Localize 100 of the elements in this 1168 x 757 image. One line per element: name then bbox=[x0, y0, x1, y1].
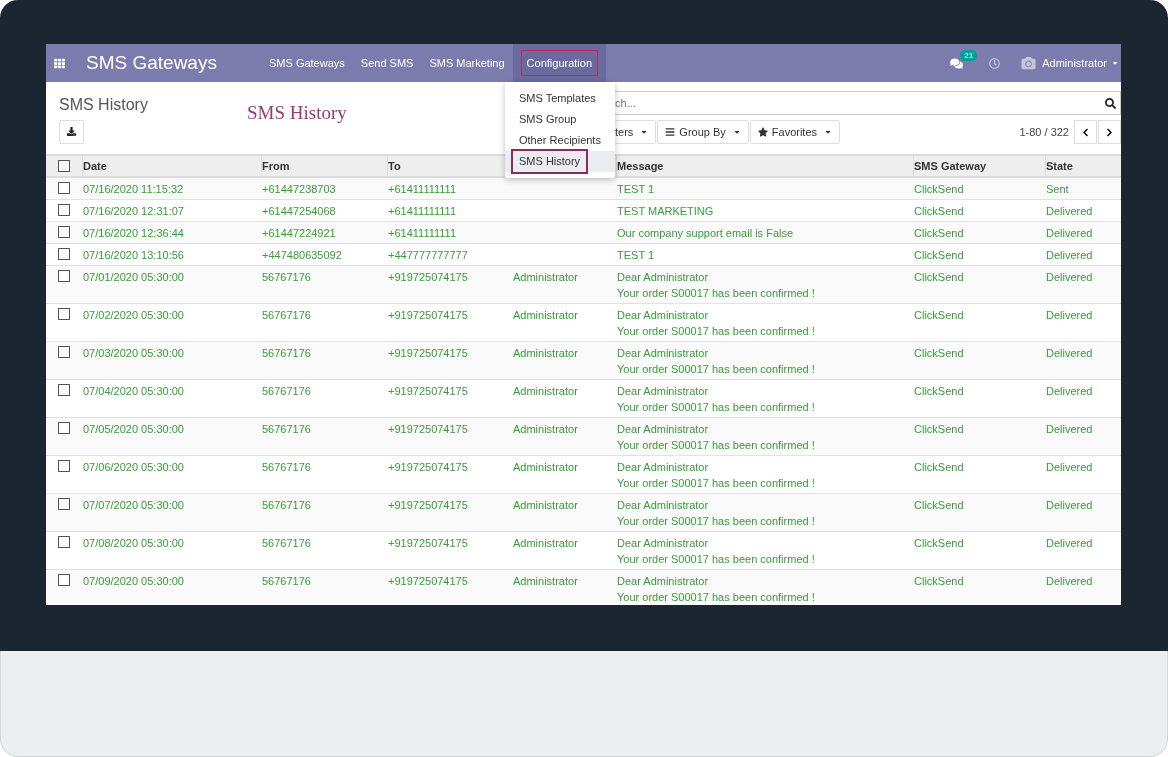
search-icon[interactable] bbox=[1105, 97, 1116, 109]
column-header[interactable]: From bbox=[262, 157, 290, 175]
table-cell: +61411111111 bbox=[388, 227, 456, 239]
table-cell: 56767176 bbox=[262, 385, 311, 397]
table-cell: Delivered bbox=[1046, 271, 1093, 283]
message-line: TEST 1 bbox=[617, 182, 656, 197]
table-row[interactable]: 07/05/2020 05:30:00 56767176 +919725074175 Administrator Dear Administrator Your order S00017 has been confirmed ! ClickSend Delivered bbox=[46, 418, 1121, 456]
user-menu[interactable]: Administrator bbox=[1042, 54, 1121, 72]
table-cell: 56767176 bbox=[262, 309, 311, 321]
table-cell: Sent bbox=[1046, 183, 1069, 195]
table-cell: Delivered bbox=[1046, 227, 1093, 239]
row-checkbox[interactable] bbox=[58, 226, 70, 238]
table-cell: +61447224921 bbox=[262, 227, 336, 239]
search-field[interactable]: ch... bbox=[615, 91, 1121, 115]
table-row[interactable]: 07/07/2020 05:30:00 56767176 +919725074175 Administrator Dear Administrator Your order S00017 has been confirmed ! ClickSend Delivered bbox=[46, 494, 1121, 532]
row-checkbox[interactable] bbox=[58, 498, 70, 510]
row-checkbox[interactable] bbox=[58, 270, 70, 282]
message-line: Dear Administrator bbox=[617, 422, 710, 437]
favorites-button[interactable]: Favorites bbox=[749, 120, 841, 144]
table-cell: 07/04/2020 05:30:00 bbox=[83, 385, 184, 397]
caret-icon bbox=[824, 128, 833, 136]
table-cell: Delivered bbox=[1046, 537, 1093, 549]
row-checkbox[interactable] bbox=[58, 308, 70, 320]
message-line: Your order S00017 has been confirmed ! bbox=[617, 400, 816, 415]
table-cell: Administrator bbox=[513, 461, 578, 473]
dropdown-item[interactable]: SMS Group bbox=[519, 111, 577, 128]
row-checkbox[interactable] bbox=[58, 204, 70, 216]
message-line: Your order S00017 has been confirmed ! bbox=[617, 362, 816, 377]
table-row[interactable]: 07/01/2020 05:30:00 56767176 +919725074175 Administrator Dear Administrator Your order S00017 has been confirmed ! ClickSend Delivered bbox=[46, 266, 1121, 304]
table-row[interactable]: 07/16/2020 11:15:32 +61447238703 +61411111111 TEST 1 ClickSend Sent bbox=[46, 178, 1121, 200]
dropdown-item[interactable]: SMS History bbox=[511, 149, 589, 174]
table-cell: 07/16/2020 12:36:44 bbox=[83, 227, 184, 239]
table-cell: Administrator bbox=[513, 423, 578, 435]
menu-tab[interactable]: SMS Marketing bbox=[421, 44, 513, 82]
table-cell: Delivered bbox=[1046, 385, 1093, 397]
table-cell: +919725074175 bbox=[388, 423, 468, 435]
row-checkbox[interactable] bbox=[58, 182, 70, 194]
table-cell: Administrator bbox=[513, 385, 578, 397]
notification-badge: 21 bbox=[960, 49, 978, 61]
table-cell: ClickSend bbox=[914, 537, 964, 549]
column-header[interactable]: Date bbox=[83, 157, 107, 175]
row-checkbox[interactable] bbox=[58, 160, 70, 172]
row-checkbox[interactable] bbox=[58, 248, 70, 260]
table-cell: +61447238703 bbox=[262, 183, 336, 195]
message-line: Your order S00017 has been confirmed ! bbox=[617, 552, 816, 567]
download-button[interactable] bbox=[59, 119, 84, 144]
dropdown-item[interactable]: SMS Templates bbox=[519, 90, 596, 107]
star-icon bbox=[757, 127, 768, 137]
table-cell: Administrator bbox=[513, 309, 578, 321]
messages-icon[interactable] bbox=[950, 56, 964, 70]
table-cell: 07/16/2020 13:10:56 bbox=[83, 249, 184, 261]
table-cell: Delivered bbox=[1046, 499, 1093, 511]
table-cell: Administrator bbox=[513, 537, 578, 549]
table-cell: 07/16/2020 12:31:07 bbox=[83, 205, 184, 217]
table-row[interactable]: 07/09/2020 05:30:00 56767176 +919725074175 Administrator Dear Administrator Your order S00017 has been confirmed ! ClickSend Delivered bbox=[46, 570, 1121, 605]
menu-tab[interactable]: Configuration bbox=[512, 44, 607, 82]
column-header[interactable]: SMS Gateway bbox=[914, 157, 987, 175]
table-cell: ClickSend bbox=[914, 461, 964, 473]
message-line: Dear Administrator bbox=[617, 460, 710, 475]
column-header[interactable]: Message bbox=[617, 157, 664, 175]
row-checkbox[interactable] bbox=[58, 460, 70, 472]
table-cell: Delivered bbox=[1046, 575, 1093, 587]
caret-icon bbox=[1111, 59, 1119, 67]
message-line: Our company support email is False bbox=[617, 226, 795, 241]
group-by-button[interactable]: Group By bbox=[657, 120, 749, 144]
app-title: SMS Gateways bbox=[86, 50, 218, 75]
table-cell: 56767176 bbox=[262, 461, 311, 473]
previous-page-button[interactable] bbox=[1074, 120, 1097, 144]
message-line: Dear Administrator bbox=[617, 536, 710, 551]
row-checkbox[interactable] bbox=[58, 536, 70, 548]
table-cell: Administrator bbox=[513, 347, 578, 359]
row-checkbox[interactable] bbox=[58, 422, 70, 434]
next-page-button[interactable] bbox=[1098, 120, 1121, 144]
menu-tab[interactable]: SMS Gateways bbox=[261, 44, 353, 82]
table-cell: 07/16/2020 11:15:32 bbox=[83, 183, 184, 195]
message-line: Dear Administrator bbox=[617, 346, 710, 361]
search-input[interactable]: ch... bbox=[615, 94, 1105, 112]
table-cell: 07/07/2020 05:30:00 bbox=[83, 499, 184, 511]
column-header[interactable]: To bbox=[388, 157, 401, 175]
table-cell: 56767176 bbox=[262, 575, 311, 587]
table-cell: +919725074175 bbox=[388, 537, 468, 549]
apps-menu-icon[interactable] bbox=[54, 57, 65, 69]
table-row[interactable]: 07/16/2020 12:36:44 +61447224921 +61411111111 Our company support email is False ClickSend Delivered bbox=[46, 222, 1121, 244]
table-cell: +919725074175 bbox=[388, 575, 468, 587]
table-cell: 07/01/2020 05:30:00 bbox=[83, 271, 184, 283]
table-cell: Delivered bbox=[1046, 309, 1093, 321]
row-checkbox[interactable] bbox=[58, 346, 70, 358]
message-line: Dear Administrator bbox=[617, 308, 710, 323]
table-cell: ClickSend bbox=[914, 385, 964, 397]
menu-tab[interactable]: Send SMS bbox=[352, 44, 422, 82]
table-cell: 07/05/2020 05:30:00 bbox=[83, 423, 184, 435]
column-header[interactable]: State bbox=[1046, 157, 1073, 175]
table-cell: Administrator bbox=[513, 271, 578, 283]
dropdown-item[interactable]: Other Recipients bbox=[519, 132, 601, 149]
row-checkbox[interactable] bbox=[58, 384, 70, 396]
message-line: Dear Administrator bbox=[617, 270, 710, 285]
table-cell: Administrator bbox=[513, 575, 578, 587]
pager-range: 1-80 / 322 bbox=[1019, 124, 1069, 140]
table-row[interactable]: 07/03/2020 05:30:00 56767176 +919725074175 Administrator Dear Administrator Your order S00017 has been confirmed ! ClickSend Delivered bbox=[46, 342, 1121, 380]
row-checkbox[interactable] bbox=[58, 574, 70, 586]
